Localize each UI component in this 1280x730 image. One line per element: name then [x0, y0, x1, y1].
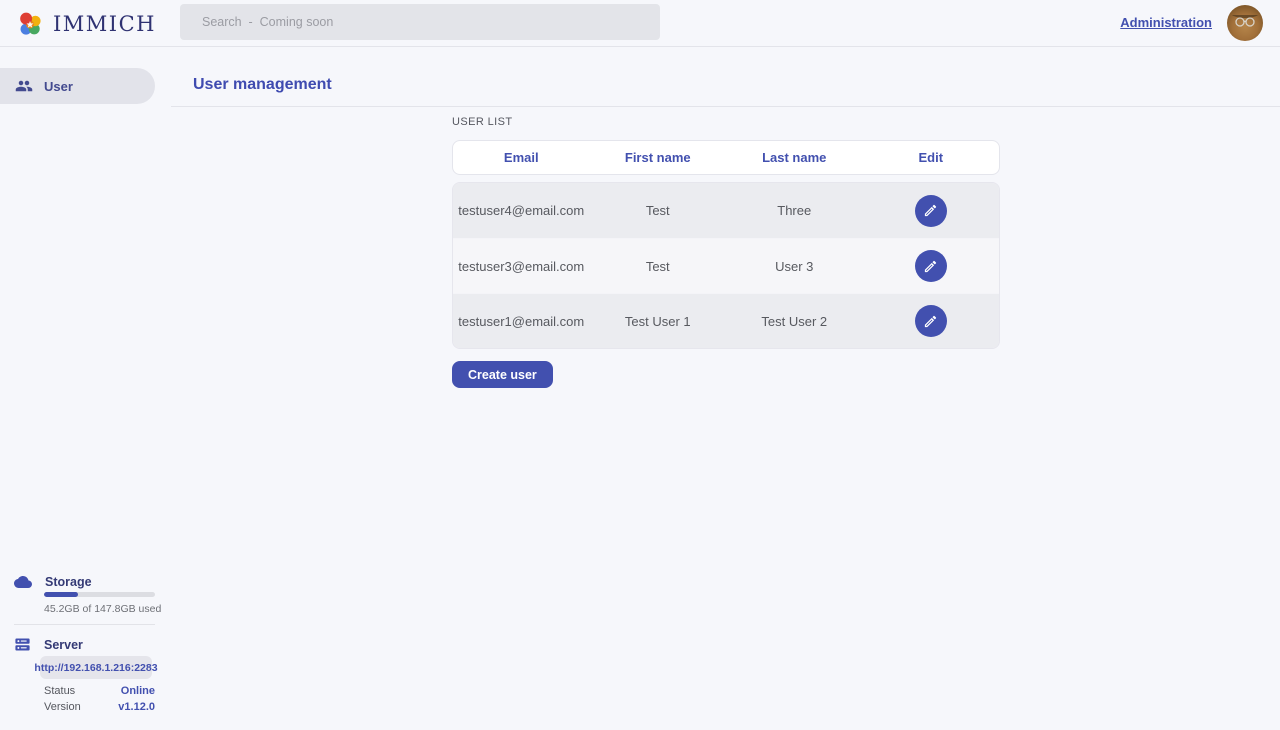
sidebar-item-label: User — [44, 79, 73, 94]
app-header: IMMICH Administration — [0, 0, 1280, 47]
storage-section-header: Storage — [14, 573, 92, 591]
cell-email: testuser1@email.com — [453, 314, 590, 329]
column-header-first-name: First name — [590, 150, 727, 165]
cell-last-name: User 3 — [726, 259, 863, 274]
section-label: USER LIST — [452, 116, 1000, 128]
edit-user-button[interactable] — [915, 250, 947, 282]
column-header-edit: Edit — [863, 150, 1000, 165]
server-title: Server — [44, 638, 83, 652]
logo-wordmark: IMMICH — [53, 12, 156, 36]
pencil-icon — [923, 203, 938, 218]
server-url-badge: http://192.168.1.216:2283 — [40, 656, 152, 679]
administration-link[interactable]: Administration — [1120, 15, 1212, 30]
page-title: User management — [193, 76, 332, 94]
cell-email: testuser4@email.com — [453, 203, 590, 218]
status-value: Online — [121, 685, 155, 697]
storage-usage-text: 45.2GB of 147.8GB used — [44, 603, 161, 615]
sidebar-divider — [14, 624, 155, 625]
column-header-last-name: Last name — [726, 150, 863, 165]
storage-progress-bar — [44, 592, 155, 597]
cell-last-name: Three — [726, 203, 863, 218]
server-rack-icon — [14, 636, 31, 653]
server-version-row: Version v1.12.0 — [44, 700, 155, 714]
version-value: v1.12.0 — [118, 701, 155, 713]
cell-last-name: Test User 2 — [726, 314, 863, 329]
sidebar-item-user[interactable]: User — [0, 68, 155, 104]
cell-first-name: Test — [590, 259, 727, 274]
cell-first-name: Test User 1 — [590, 314, 727, 329]
cell-first-name: Test — [590, 203, 727, 218]
storage-progress-fill — [44, 592, 78, 597]
table-row: testuser3@email.com Test User 3 — [453, 238, 999, 293]
column-header-email: Email — [453, 150, 590, 165]
cell-email: testuser3@email.com — [453, 259, 590, 274]
search-input[interactable] — [180, 4, 660, 40]
table-row: testuser4@email.com Test Three — [453, 183, 999, 238]
server-section-header: Server — [14, 636, 83, 653]
users-icon — [15, 77, 33, 95]
cloud-icon — [14, 573, 32, 591]
create-user-button[interactable]: Create user — [452, 361, 553, 388]
server-status-row: Status Online — [44, 684, 155, 698]
status-label: Status — [44, 685, 75, 697]
avatar[interactable] — [1227, 5, 1263, 41]
edit-user-button[interactable] — [915, 195, 947, 227]
user-list-section: USER LIST Email First name Last name Edi… — [452, 116, 1000, 388]
table-row: testuser1@email.com Test User 1 Test Use… — [453, 293, 999, 348]
pencil-icon — [923, 314, 938, 329]
pencil-icon — [923, 259, 938, 274]
user-table-body: testuser4@email.com Test Three testuser3… — [452, 182, 1000, 349]
version-label: Version — [44, 701, 81, 713]
user-table-header: Email First name Last name Edit — [452, 140, 1000, 175]
app-logo: IMMICH — [16, 7, 156, 41]
immich-flower-icon — [16, 10, 44, 38]
storage-title: Storage — [45, 575, 92, 589]
title-divider — [171, 106, 1280, 107]
edit-user-button[interactable] — [915, 305, 947, 337]
